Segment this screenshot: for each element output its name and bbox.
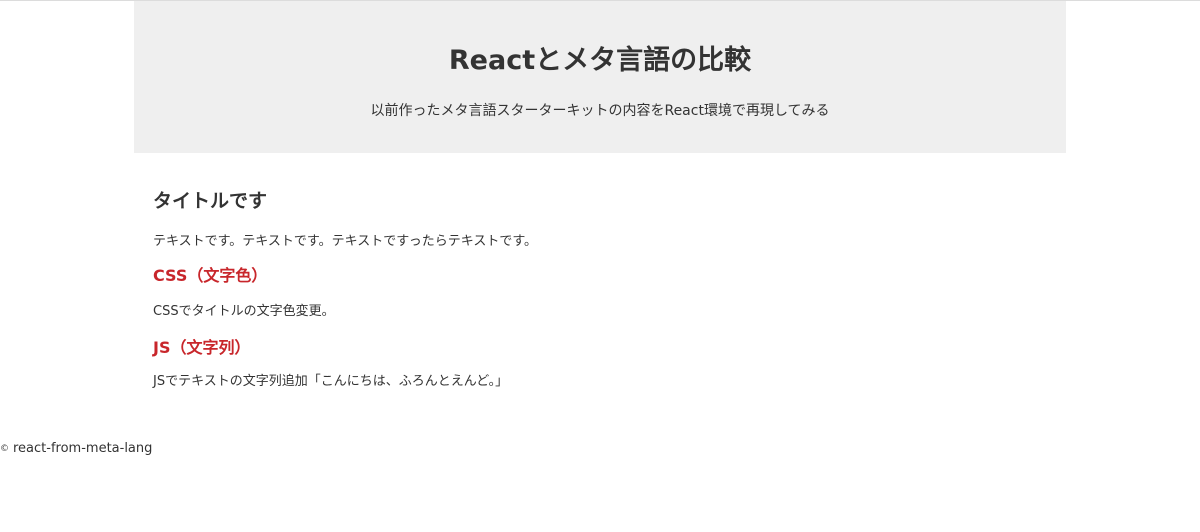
content-heading: タイトルです [153,190,268,212]
css-section-title: CSS（文字色） [153,266,268,285]
page-subtitle: 以前作ったメタ言語スターターキットの内容をReact環境で再現してみる [370,103,830,119]
js-section-title: JS（文字列） [153,338,251,357]
copyright-icon: © [0,444,9,454]
css-section-text: CSSでタイトルの文字色変更。 [153,304,335,319]
footer: © react-from-meta-lang [0,440,152,458]
page-title: Reactとメタ言語の比較 [448,45,752,76]
content-paragraph: テキストです。テキストです。テキストですったらテキストです。 [153,234,538,249]
hero-header: Reactとメタ言語の比較 以前作ったメタ言語スターターキットの内容をReact… [134,1,1066,153]
main-content: タイトルです テキストです。テキストです。テキストですったらテキストです。 CS… [153,186,1053,392]
js-section-text: JSでテキストの文字列追加「こんにちは、ふろんとえんど。」 [153,374,509,389]
footer-text: react-from-meta-lang [13,441,153,456]
